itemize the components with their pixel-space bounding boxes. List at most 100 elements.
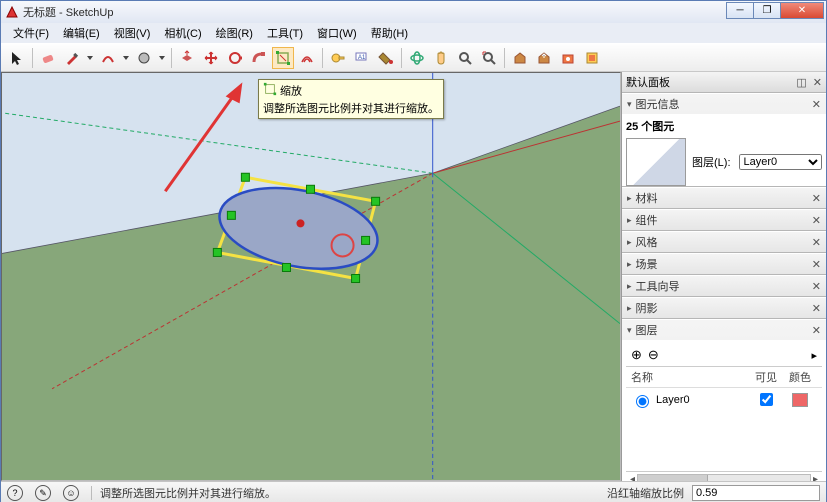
styles-panel: ▸风格✕ xyxy=(622,231,826,253)
materials-title: 材料 xyxy=(636,190,658,206)
toolbar-sep xyxy=(171,48,172,68)
window-buttons: ─ ❐ ✕ xyxy=(727,2,824,19)
text-tool[interactable]: A1 xyxy=(351,47,373,69)
layers-hscroll[interactable]: ◂ ▸ xyxy=(626,471,822,481)
eraser-tool[interactable] xyxy=(37,47,59,69)
materials-header[interactable]: ▸ 材料 ✕ xyxy=(622,188,826,208)
scroll-right-icon[interactable]: ▸ xyxy=(813,474,818,481)
layers-header[interactable]: ▾图层✕ xyxy=(622,320,826,340)
styles-title: 风格 xyxy=(636,234,658,250)
main-area: 缩放 调整所选图元比例并对其进行缩放。 默认面板 ◫ ✕ ▾ 图元信息 ✕ xyxy=(1,72,826,481)
components-panel: ▸组件✕ xyxy=(622,209,826,231)
tray-title-bar[interactable]: 默认面板 ◫ ✕ xyxy=(622,72,826,93)
layers-menu-button[interactable]: ▸ xyxy=(811,349,817,362)
paint-tool[interactable] xyxy=(375,47,397,69)
shapes-dropdown[interactable] xyxy=(157,47,167,69)
toolbar-sep xyxy=(32,48,33,68)
shadows-header[interactable]: ▸阴影✕ xyxy=(622,298,826,318)
layers-panel: ▾图层✕ ⊕ ⊖ ▸ 名称 可见 颜色 Layer0 xyxy=(622,319,826,481)
panel-close-icon[interactable]: ✕ xyxy=(812,214,821,227)
add-layer-button[interactable]: ⊕ xyxy=(631,347,642,363)
styles-header[interactable]: ▸风格✕ xyxy=(622,232,826,252)
line-tool-dropdown[interactable] xyxy=(85,47,95,69)
panel-close-icon[interactable]: ✕ xyxy=(812,258,821,271)
layer-select[interactable]: Layer0 xyxy=(739,154,823,170)
scroll-track[interactable] xyxy=(637,474,811,481)
scroll-left-icon[interactable]: ◂ xyxy=(630,474,635,481)
default-tray: 默认面板 ◫ ✕ ▾ 图元信息 ✕ 25 个图元 xyxy=(621,72,826,481)
scale-tooltip: 缩放 调整所选图元比例并对其进行缩放。 xyxy=(258,79,444,119)
remove-layer-button[interactable]: ⊖ xyxy=(648,347,659,363)
arc-tool[interactable] xyxy=(97,47,119,69)
select-tool[interactable] xyxy=(6,47,28,69)
components-header[interactable]: ▸组件✕ xyxy=(622,210,826,230)
measure-input[interactable] xyxy=(692,485,820,501)
instructor-panel: ▸工具向导✕ xyxy=(622,275,826,297)
extension-warehouse-tool[interactable] xyxy=(557,47,579,69)
tray-close-icon[interactable]: ✕ xyxy=(813,76,822,89)
panel-close-icon[interactable]: ✕ xyxy=(812,236,821,249)
arc-tool-dropdown[interactable] xyxy=(121,47,131,69)
entity-info-header[interactable]: ▾ 图元信息 ✕ xyxy=(622,94,826,114)
window-title: 无标题 - SketchUp xyxy=(23,4,113,20)
panel-close-icon[interactable]: ✕ xyxy=(812,280,821,293)
tray-pin-icon[interactable]: ◫ xyxy=(796,76,806,89)
layer-row[interactable]: Layer0 xyxy=(626,388,822,411)
viewport-3d[interactable]: 缩放 调整所选图元比例并对其进行缩放。 xyxy=(1,72,621,481)
scenes-header[interactable]: ▸场景✕ xyxy=(622,254,826,274)
toolbar-sep xyxy=(322,48,323,68)
main-toolbar: A1 xyxy=(1,43,826,72)
layer-active-radio[interactable] xyxy=(636,395,649,408)
panel-close-icon[interactable]: ✕ xyxy=(812,324,821,337)
zoom-tool[interactable] xyxy=(454,47,476,69)
followme-tool[interactable] xyxy=(248,47,270,69)
help-icon[interactable]: ? xyxy=(7,485,23,501)
panel-close-icon[interactable]: ✕ xyxy=(812,192,821,205)
title-bar: 无标题 - SketchUp ─ ❐ ✕ xyxy=(1,1,826,23)
minimize-button[interactable]: ─ xyxy=(726,2,754,19)
menu-window[interactable]: 窗口(W) xyxy=(311,23,363,43)
offset-tool[interactable] xyxy=(296,47,318,69)
menu-tools[interactable]: 工具(T) xyxy=(261,23,309,43)
layer-name: Layer0 xyxy=(656,394,690,406)
layer-label: 图层(L): xyxy=(692,154,731,170)
get-models-tool[interactable] xyxy=(509,47,531,69)
line-tool[interactable] xyxy=(61,47,83,69)
pan-tool[interactable] xyxy=(430,47,452,69)
collapse-icon: ▾ xyxy=(627,99,632,110)
maximize-button[interactable]: ❐ xyxy=(753,2,781,19)
expand-icon: ▸ xyxy=(627,215,632,226)
rotate-tool[interactable] xyxy=(224,47,246,69)
menu-help[interactable]: 帮助(H) xyxy=(365,23,414,43)
pushpull-tool[interactable] xyxy=(176,47,198,69)
layer-visible-checkbox[interactable] xyxy=(760,393,773,406)
menu-draw[interactable]: 绘图(R) xyxy=(210,23,259,43)
layer-color-swatch[interactable] xyxy=(792,393,808,407)
menu-camera[interactable]: 相机(C) xyxy=(158,23,207,43)
layers-empty-area xyxy=(626,411,822,471)
scale-icon xyxy=(263,82,277,99)
close-button[interactable]: ✕ xyxy=(780,2,824,19)
scroll-thumb[interactable] xyxy=(638,475,708,481)
move-tool[interactable] xyxy=(200,47,222,69)
layout-tool[interactable] xyxy=(581,47,603,69)
tooltip-title: 缩放 xyxy=(280,86,302,98)
person-icon[interactable]: ☺ xyxy=(63,485,79,501)
scenes-title: 场景 xyxy=(636,256,658,272)
menu-view[interactable]: 视图(V) xyxy=(108,23,157,43)
menu-edit[interactable]: 编辑(E) xyxy=(57,23,106,43)
panel-close-icon[interactable]: ✕ xyxy=(812,302,821,315)
rectangle-tool[interactable] xyxy=(133,47,155,69)
tape-tool[interactable] xyxy=(327,47,349,69)
orbit-tool[interactable] xyxy=(406,47,428,69)
geo-icon[interactable]: ✎ xyxy=(35,485,51,501)
panel-close-icon[interactable]: ✕ xyxy=(812,98,821,111)
scale-tool[interactable] xyxy=(272,47,294,69)
zoom-extents-tool[interactable] xyxy=(478,47,500,69)
instructor-header[interactable]: ▸工具向导✕ xyxy=(622,276,826,296)
menu-file[interactable]: 文件(F) xyxy=(7,23,55,43)
measure-label: 沿红轴缩放比例 xyxy=(607,485,684,501)
share-model-tool[interactable] xyxy=(533,47,555,69)
layers-title: 图层 xyxy=(636,322,658,338)
expand-icon: ▸ xyxy=(627,193,632,204)
